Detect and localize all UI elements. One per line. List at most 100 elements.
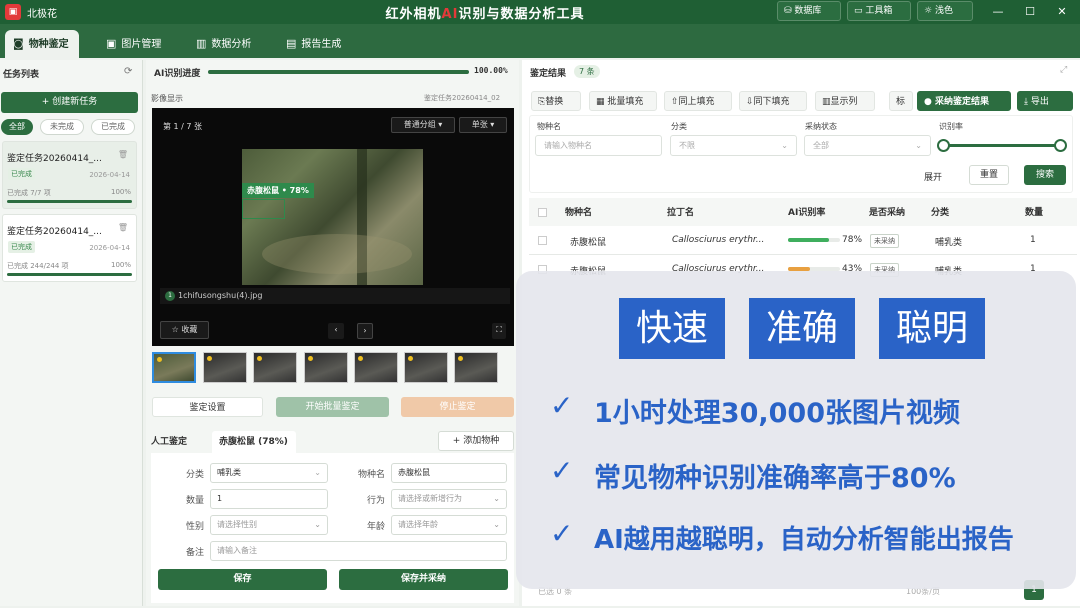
identification-settings-button[interactable]: 鉴定设置 [152,397,263,417]
task-card[interactable]: 鉴定任务20260414_... 🗑 已完成 2026-04-14 已完成 7/… [2,141,137,209]
rate-slider-min-handle[interactable] [937,139,950,152]
trash-icon[interactable]: 🗑 [118,150,128,159]
behavior-select[interactable]: 请选择或新增行为 ⌄ [391,489,507,509]
tag-button[interactable]: 标 [889,91,913,111]
image-search-icon: ◙ [13,37,24,50]
thumbnail[interactable] [203,352,247,383]
stop-identification-button[interactable]: 停止鉴定 [401,397,514,417]
column-header-category[interactable]: 分类 [931,205,949,218]
status-badge: 已完成 [8,168,35,180]
tab-data-analysis[interactable]: ▥ 数据分析 [188,30,261,58]
minimize-icon[interactable]: — [989,3,1007,21]
column-header-latin[interactable]: 拉丁名 [667,205,694,218]
tab-image-management[interactable]: ▣ 图片管理 [98,30,171,58]
note-label: 备注 [185,548,204,558]
category-select[interactable]: 哺乳类 ⌄ [210,463,328,483]
rate-slider-max-handle[interactable] [1054,139,1067,152]
save-and-adopt-button[interactable]: 保存并采纳 [339,569,508,590]
sex-placeholder: 请选择性别 [217,520,257,529]
thumbnail[interactable] [454,352,498,383]
close-icon[interactable]: ✕ [1053,3,1071,21]
thumbnail[interactable] [404,352,448,383]
behavior-placeholder: 请选择或新增行为 [398,494,462,503]
status-dot [458,356,463,361]
species-input[interactable]: 赤腹松鼠 [391,463,507,483]
age-select[interactable]: 请选择年龄 ⌄ [391,515,507,535]
show-columns-button[interactable]: ▥显示列 [815,91,875,111]
expand-filters-link[interactable]: 展开 [924,170,942,183]
filter-incomplete[interactable]: 未完成 [40,119,84,135]
file-name-bar: 1 1chifusongshu(4).jpg [160,288,510,304]
sex-select[interactable]: 请选择性别 ⌄ [210,515,328,535]
thumbnail[interactable] [253,352,297,383]
cell-adopted-chip[interactable]: 未采纳 [870,234,899,248]
save-button[interactable]: 保存 [158,569,327,590]
batch-fill-button[interactable]: ▦ 批量填充 [589,91,657,111]
fill-from-above-button[interactable]: ⇧同上填充 [664,91,732,111]
trash-icon[interactable]: 🗑 [118,223,128,232]
title-bar: ▣ 北极花 红外相机AI识别与数据分析工具 ⛁ 数据库 ▭ 工具箱 ☼ 浅色 —… [0,0,1080,24]
refresh-icon[interactable]: ⟳ [124,66,132,77]
fill-from-below-button[interactable]: ⇩同下填充 [739,91,807,111]
tab-manual-identification[interactable]: 人工鉴定 [151,431,187,453]
row-checkbox[interactable] [538,236,547,245]
reset-button[interactable]: 重置 [969,165,1009,185]
tab-report[interactable]: ▤ 报告生成 [278,30,351,58]
replace-label: 替换 [545,97,564,107]
category-filter-select[interactable]: 不限 ⌄ [670,135,797,156]
toolbox-icon: ▭ [854,6,866,16]
species-filter-input[interactable]: 请输入物种名 [535,135,662,156]
column-header-count[interactable]: 数量 [1025,205,1043,218]
maximize-icon[interactable]: ☐ [1021,3,1039,21]
page-counter: 第 1 / 7 张 [163,122,203,131]
promo-keyword-fast: 快速 [619,298,725,359]
tab-species-annotation[interactable]: 赤腹松鼠 (78%) [212,431,296,453]
chevron-down-icon: ⌄ [493,520,500,529]
arrow-up-icon: ⇧ [671,97,679,107]
column-header-species[interactable]: 物种名 [565,205,592,218]
expand-icon[interactable]: ⤢ [1060,65,1067,75]
export-button[interactable]: ⤓ 导出 [1017,91,1073,111]
age-placeholder: 请选择年龄 [398,520,438,529]
filter-all[interactable]: 全部 [1,119,33,135]
theme-button-label: 浅色 [934,6,953,16]
prev-image-icon[interactable]: ‹ [328,323,344,339]
create-task-button[interactable]: + 创建新任务 [1,92,138,113]
export-label: 导出 [1030,97,1049,107]
count-input[interactable]: 1 [210,489,328,509]
thumbnail[interactable] [304,352,348,383]
detection-label: 赤腹松鼠 • 78% [242,183,314,198]
note-input[interactable]: 请输入备注 [210,541,507,561]
ai-progress-value: 100.00% [474,66,508,75]
column-header-adopted[interactable]: 是否采纳 [869,205,905,218]
cell-species: 赤腹松鼠 [570,238,607,248]
adopt-results-button[interactable]: ● 采纳鉴定结果 [917,91,1011,111]
search-button[interactable]: 搜索 [1024,165,1066,185]
select-all-checkbox[interactable] [538,208,547,217]
replace-button[interactable]: ⎘替换 [531,91,581,111]
thumbnail[interactable] [354,352,398,383]
filter-complete[interactable]: 已完成 [91,119,135,135]
add-species-button[interactable]: + 添加物种 [438,431,514,451]
task-card[interactable]: 鉴定任务20260414_... 🗑 已完成 2026-04-14 已完成 24… [2,214,137,282]
next-image-icon[interactable]: › [357,323,373,339]
favorite-button[interactable]: ☆ 收藏 [160,321,209,339]
tab-species-identification[interactable]: ◙ 物种鉴定 [5,30,79,58]
promo-claim-smart: AI越用越聪明，自动分析智能出报告 [594,525,1014,555]
detection-box [242,199,285,219]
file-name: 1chifusongshu(4).jpg [178,291,263,300]
toolbox-button[interactable]: ▭ 工具箱 [847,1,911,21]
group-mode-select[interactable]: 普通分组 ▾ [391,117,455,133]
rate-slider-track[interactable] [943,144,1061,147]
start-batch-button[interactable]: 开始批量鉴定 [276,397,389,417]
thumbnail[interactable] [152,352,196,383]
database-button[interactable]: ⛁ 数据库 [777,1,841,21]
file-index-badge: 1 [165,291,175,301]
view-mode-select[interactable]: 单张 ▾ [459,117,507,133]
adopt-filter-select[interactable]: 全部 ⌄ [804,135,931,156]
theme-button[interactable]: ☼ 浅色 [917,1,973,21]
fullscreen-icon[interactable]: ⛶ [492,323,506,339]
adopt-results-label: 采纳鉴定结果 [935,97,990,107]
column-header-ai-rate[interactable]: AI识别率 [788,205,825,218]
cell-latin: Callosciurus erythr... [672,235,765,245]
